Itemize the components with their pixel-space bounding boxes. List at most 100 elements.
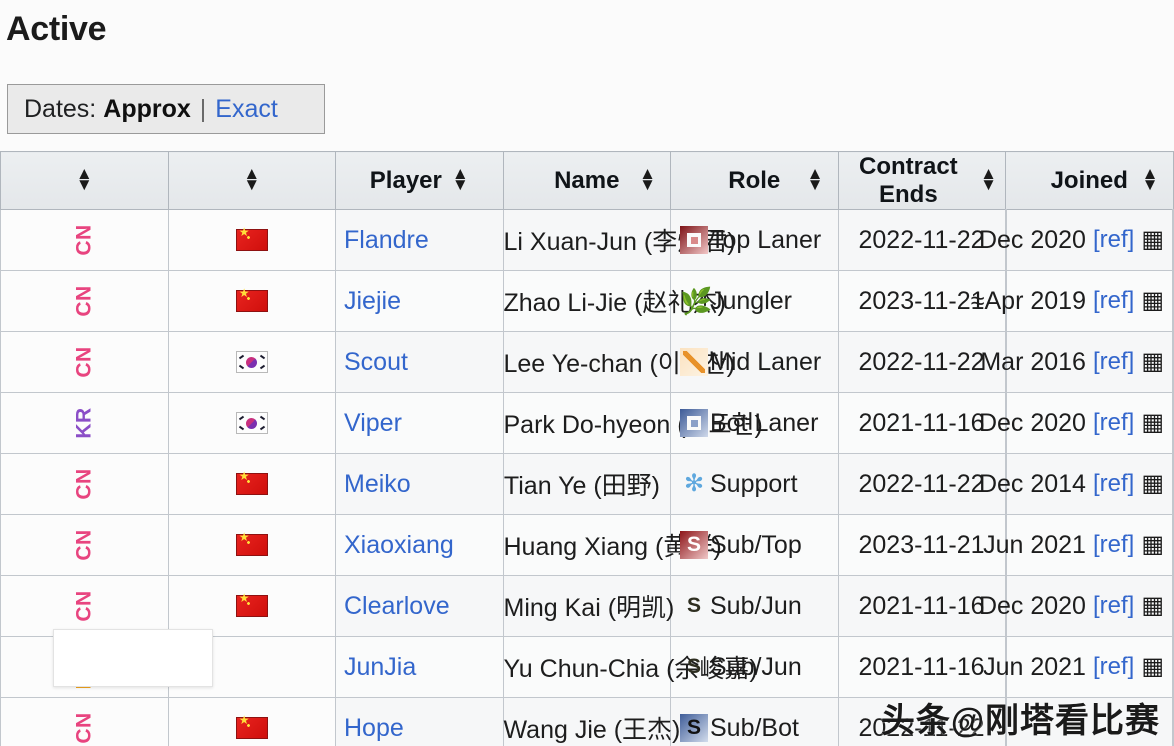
dates-approx-option[interactable]: Approx xyxy=(103,95,191,124)
player-link[interactable]: Clearlove xyxy=(344,592,450,620)
row-joined-cell: Jun 2021 [ref] ▦ xyxy=(983,636,1174,698)
row-region-cell[interactable]: CN xyxy=(0,453,169,515)
row-joined-cell: Jun 2021 [ref] ▦ xyxy=(983,514,1174,576)
column-header-region[interactable]: ▲ ▼ xyxy=(0,151,169,210)
row-region-cell[interactable]: PCS xyxy=(0,636,169,698)
reference-link[interactable]: [ref] xyxy=(1093,531,1134,559)
row-joined-cell: Mar 2016 [ref] ▦ xyxy=(980,331,1174,393)
row-joined-cell: Dec 2020 [ref] ▦ xyxy=(979,209,1174,271)
row-player-cell[interactable]: Xiaoxiang xyxy=(335,514,504,576)
row-flag-cell[interactable] xyxy=(167,575,336,637)
flag-cn-icon[interactable] xyxy=(235,287,268,312)
reference-link[interactable]: [ref] xyxy=(1093,226,1134,254)
player-real-name: Tian Ye (田野) xyxy=(503,472,660,500)
player-link[interactable]: Meiko xyxy=(344,470,411,498)
player-link[interactable]: Hope xyxy=(344,714,404,742)
row-player-cell[interactable]: JunJia xyxy=(335,636,504,698)
row-player-cell[interactable]: Meiko xyxy=(335,453,504,515)
bot-laner-icon xyxy=(680,409,708,437)
player-link[interactable]: Scout xyxy=(344,348,408,376)
top-laner-icon xyxy=(680,226,708,254)
row-flag-cell[interactable] xyxy=(167,453,336,515)
role-label: Sub/Jun xyxy=(710,652,802,681)
row-region-cell[interactable]: CN xyxy=(0,697,169,746)
flag-cn-icon[interactable] xyxy=(235,714,268,739)
row-flag-cell[interactable] xyxy=(167,270,336,332)
column-header-contract-ends[interactable]: Contract Ends ▲ ▼ xyxy=(837,151,1006,210)
table-grid-icon[interactable]: ▦ xyxy=(1141,350,1164,374)
row-region-cell[interactable]: CN xyxy=(0,331,169,393)
reference-link[interactable]: [ref] xyxy=(1093,409,1134,437)
row-player-cell[interactable]: Viper xyxy=(335,392,504,454)
role-label: Mid Laner xyxy=(710,347,822,376)
row-flag-cell[interactable] xyxy=(167,331,336,393)
sub-jungle-icon: S xyxy=(686,655,701,678)
column-header-joined[interactable]: Joined ▲ ▼ xyxy=(1005,151,1174,210)
contract-end-date: 2023-11-21 xyxy=(858,530,985,559)
column-header-flag[interactable]: ▲ ▼ xyxy=(167,151,336,210)
row-role-cell: Top Laner xyxy=(670,209,839,271)
flag-kr-icon[interactable] xyxy=(235,351,268,373)
sort-arrows-icon[interactable]: ▲ ▼ xyxy=(1142,165,1159,192)
sub-bot-icon: S xyxy=(680,714,708,742)
table-grid-icon[interactable]: ▦ xyxy=(1141,228,1164,252)
flag-cn-icon[interactable] xyxy=(235,531,268,556)
reference-link[interactable]: [ref] xyxy=(1093,470,1134,498)
joined-date: Jun 2021 xyxy=(983,530,1086,559)
row-flag-cell[interactable] xyxy=(167,392,336,454)
player-link[interactable]: Flandre xyxy=(344,226,429,254)
reference-link[interactable]: [ref] xyxy=(1093,348,1134,376)
sort-arrows-icon[interactable]: ▲ ▼ xyxy=(243,165,260,192)
reference-link[interactable]: [ref] xyxy=(1093,653,1134,681)
row-region-cell[interactable]: CN xyxy=(0,575,169,637)
row-player-cell[interactable]: Scout xyxy=(335,331,504,393)
flag-cn-icon[interactable] xyxy=(235,470,268,495)
sort-arrows-icon[interactable]: ▲ ▼ xyxy=(807,165,824,192)
region-label: KR xyxy=(72,407,96,439)
row-region-cell[interactable]: CN xyxy=(0,514,169,576)
flag-cn-icon[interactable] xyxy=(235,226,268,251)
table-grid-icon[interactable]: ▦ xyxy=(1141,472,1164,496)
joined-date: Jun 2021 xyxy=(983,652,1086,681)
sort-arrows-icon[interactable]: ▲ ▼ xyxy=(452,165,469,192)
table-grid-icon[interactable]: ▦ xyxy=(1141,655,1164,679)
column-header-player[interactable]: Player ▲ ▼ xyxy=(335,151,504,210)
row-flag-cell[interactable] xyxy=(167,514,336,576)
flag-kr-icon[interactable] xyxy=(235,412,268,434)
player-link[interactable]: JunJia xyxy=(344,653,416,681)
column-header-role[interactable]: Role ▲ ▼ xyxy=(670,151,839,210)
flag-cn-icon[interactable] xyxy=(235,592,268,617)
row-flag-cell[interactable] xyxy=(167,209,336,271)
row-player-cell[interactable]: Hope xyxy=(335,697,504,746)
row-player-cell[interactable]: Jiejie xyxy=(335,270,504,332)
row-region-cell[interactable]: CN xyxy=(0,270,169,332)
table-grid-icon[interactable]: ▦ xyxy=(1141,411,1164,435)
row-name-cell: Zhao Li-Jie (赵礼杰) xyxy=(502,270,726,332)
region-label: PCS xyxy=(72,644,96,690)
player-link[interactable]: Xiaoxiang xyxy=(344,531,454,559)
player-link[interactable]: Jiejie xyxy=(344,287,401,315)
player-link[interactable]: Viper xyxy=(344,409,402,437)
row-region-cell[interactable]: CN xyxy=(0,209,169,271)
row-player-cell[interactable]: Clearlove xyxy=(335,575,504,637)
row-region-cell[interactable]: KR xyxy=(0,392,169,454)
sort-arrows-icon[interactable]: ▲ ▼ xyxy=(639,165,656,192)
row-flag-cell[interactable] xyxy=(167,636,336,698)
column-header-joined-label: Joined xyxy=(1050,166,1128,194)
sort-arrows-icon[interactable]: ▲ ▼ xyxy=(980,165,997,192)
row-flag-cell[interactable] xyxy=(167,697,336,746)
table-row: PCS JunJia Yu Chun-Chia (余峻嘉) S Sub/Jun 2021-… xyxy=(0,636,1174,698)
row-role-cell: Bot Laner xyxy=(670,392,839,454)
reference-link[interactable]: [ref] xyxy=(1093,592,1134,620)
row-player-cell[interactable]: Flandre xyxy=(335,209,504,271)
column-header-name[interactable]: Name ▲ ▼ xyxy=(502,151,671,210)
dates-separator: | xyxy=(199,94,207,123)
dates-exact-option[interactable]: Exact xyxy=(215,95,278,124)
contract-end-date: 2022-11-22 xyxy=(858,347,985,376)
table-grid-icon[interactable]: ▦ xyxy=(1141,289,1164,313)
row-contract-cell: 2021-11-16 xyxy=(837,636,1006,698)
sort-arrows-icon[interactable]: ▲ ▼ xyxy=(76,165,93,192)
table-grid-icon[interactable]: ▦ xyxy=(1141,594,1164,618)
table-grid-icon[interactable]: ▦ xyxy=(1141,533,1164,557)
reference-link[interactable]: [ref] xyxy=(1093,287,1134,315)
